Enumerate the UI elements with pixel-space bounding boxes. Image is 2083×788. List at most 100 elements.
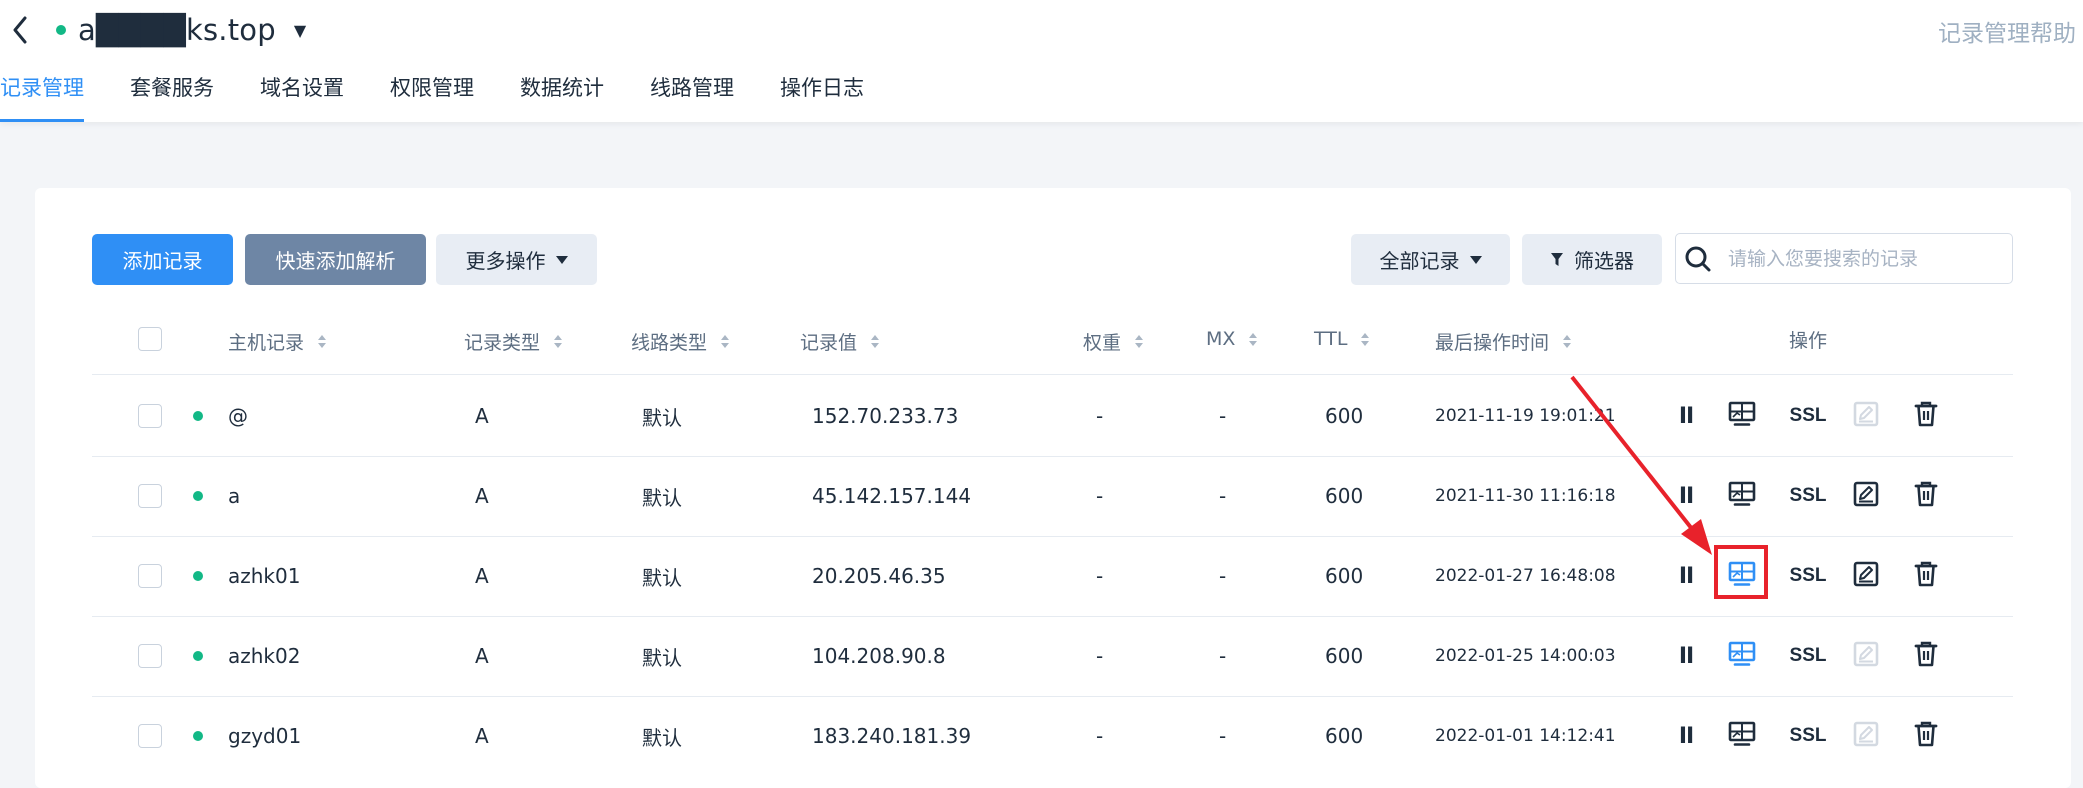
column-header-host[interactable]: 主机记录: [228, 328, 327, 355]
delete-button[interactable]: [1908, 616, 1944, 696]
add-record-button[interactable]: 添加记录: [92, 234, 233, 285]
caret-down-icon: [1469, 255, 1482, 264]
cell-weight: -: [1096, 404, 1104, 428]
sort-icon: [721, 335, 730, 348]
column-header-type[interactable]: 记录类型: [464, 328, 563, 355]
monitor-button[interactable]: [1724, 696, 1760, 776]
pause-button[interactable]: II: [1671, 616, 1701, 696]
row-checkbox[interactable]: [138, 404, 162, 428]
cell-weight: -: [1096, 564, 1104, 588]
edit-icon: [1853, 481, 1879, 511]
ssl-button[interactable]: SSL: [1782, 376, 1834, 456]
table-row: a A 默认 45.142.157.144 - - 600 2021-11-30 11:16:…: [92, 456, 2013, 537]
cell-time: 2022-01-27 16:48:08: [1435, 566, 1616, 586]
cell-mx: -: [1219, 484, 1227, 508]
tab-package-service[interactable]: 套餐服务: [130, 72, 214, 122]
monitor-button[interactable]: [1724, 456, 1760, 536]
trash-icon: [1914, 721, 1938, 751]
column-header-ttl[interactable]: TTL: [1314, 328, 1370, 350]
select-all-checkbox[interactable]: [138, 327, 162, 351]
search-box[interactable]: [1675, 233, 2013, 284]
tab-line-management[interactable]: 线路管理: [650, 72, 734, 122]
cell-line: 默认: [642, 565, 682, 590]
column-label: 主机记录: [228, 332, 305, 354]
monitor-icon: [1728, 641, 1756, 671]
cell-type: A: [475, 404, 489, 428]
delete-button[interactable]: [1908, 536, 1944, 616]
edit-button[interactable]: [1848, 536, 1884, 616]
tab-record-management[interactable]: 记录管理: [0, 72, 84, 122]
tab-operation-log[interactable]: 操作日志: [780, 72, 864, 122]
more-operations-button[interactable]: 更多操作: [436, 234, 597, 285]
ssl-button[interactable]: SSL: [1782, 696, 1834, 776]
ssl-label: SSL: [1789, 725, 1827, 746]
cell-line: 默认: [642, 645, 682, 670]
search-input[interactable]: [1726, 246, 2000, 271]
ssl-button[interactable]: SSL: [1782, 536, 1834, 616]
filter-label: 筛选器: [1574, 249, 1634, 273]
pause-icon: II: [1678, 643, 1694, 669]
monitor-icon: [1728, 721, 1756, 751]
row-checkbox[interactable]: [138, 644, 162, 668]
ssl-button[interactable]: SSL: [1782, 616, 1834, 696]
filter-button[interactable]: 筛选器: [1522, 234, 1662, 285]
delete-button[interactable]: [1908, 456, 1944, 536]
edit-icon: [1853, 641, 1879, 671]
cell-ttl: 600: [1325, 724, 1364, 748]
domain-selector[interactable]: a████ks.top ▼: [56, 12, 306, 48]
tab-permission-management[interactable]: 权限管理: [390, 72, 474, 122]
quick-add-button[interactable]: 快速添加解析: [245, 234, 426, 285]
cell-line: 默认: [642, 485, 682, 510]
tab-data-statistics[interactable]: 数据统计: [520, 72, 604, 122]
row-checkbox[interactable]: [138, 564, 162, 588]
table-row: gzyd01 A 默认 183.240.181.39 - - 600 2022-01-01 1…: [92, 696, 2013, 776]
pause-icon: II: [1678, 403, 1694, 429]
pause-button[interactable]: II: [1671, 376, 1701, 456]
cell-ttl: 600: [1325, 644, 1364, 668]
cell-mx: -: [1219, 724, 1227, 748]
pause-button[interactable]: II: [1671, 696, 1701, 776]
column-label: TTL: [1314, 328, 1348, 350]
row-checkbox[interactable]: [138, 484, 162, 508]
caret-down-icon: ▼: [293, 20, 307, 40]
trash-icon: [1914, 561, 1938, 591]
pause-icon: II: [1678, 723, 1694, 749]
column-header-weight[interactable]: 权重: [1083, 328, 1144, 355]
edit-button[interactable]: [1848, 456, 1884, 536]
status-dot: [193, 571, 203, 581]
monitor-button[interactable]: [1724, 376, 1760, 456]
column-header-mx[interactable]: MX: [1206, 328, 1258, 350]
sort-icon: [871, 335, 880, 348]
cell-host: azhk02: [228, 644, 301, 668]
column-header-time[interactable]: 最后操作时间: [1435, 328, 1572, 355]
delete-button[interactable]: [1908, 376, 1944, 456]
monitor-button[interactable]: [1724, 616, 1760, 696]
cell-ttl: 600: [1325, 564, 1364, 588]
monitor-icon: [1728, 481, 1756, 511]
all-records-dropdown[interactable]: 全部记录: [1351, 234, 1510, 285]
tab-domain-settings[interactable]: 域名设置: [260, 72, 344, 122]
status-dot: [193, 491, 203, 501]
delete-button[interactable]: [1908, 696, 1944, 776]
help-link[interactable]: 记录管理帮助: [1938, 14, 2083, 48]
column-header-line[interactable]: 线路类型: [631, 328, 730, 355]
edit-icon: [1853, 401, 1879, 431]
back-arrow-icon[interactable]: [8, 12, 32, 48]
row-checkbox[interactable]: [138, 724, 162, 748]
cell-value: 152.70.233.73: [812, 404, 959, 428]
pause-button[interactable]: II: [1671, 456, 1701, 536]
column-header-value[interactable]: 记录值: [800, 328, 880, 355]
cell-time: 2022-01-01 14:12:41: [1435, 726, 1616, 746]
cell-value: 20.205.46.35: [812, 564, 946, 588]
caret-down-icon: [555, 255, 568, 264]
cell-time: 2021-11-19 19:01:21: [1435, 406, 1616, 426]
status-dot: [193, 411, 203, 421]
column-label: 记录值: [800, 332, 858, 354]
edit-button: [1848, 376, 1884, 456]
cell-weight: -: [1096, 484, 1104, 508]
ssl-button[interactable]: SSL: [1782, 456, 1834, 536]
cell-host: @: [228, 404, 248, 428]
edit-button: [1848, 696, 1884, 776]
pause-button[interactable]: II: [1671, 536, 1701, 616]
search-icon: [1685, 246, 1711, 271]
